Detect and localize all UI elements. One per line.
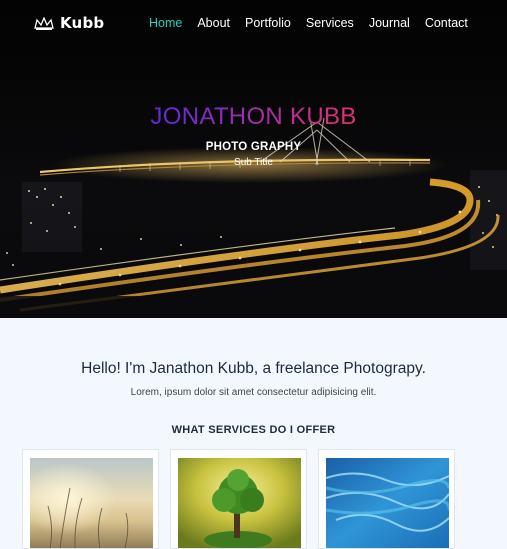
hero-subtitle: Sub Title [234,157,273,168]
intro-text: Lorem, ipsum dolor sit amet consectetur … [130,387,377,398]
nav-home-link[interactable]: Home [149,16,182,30]
grass-sunset-photo [30,458,153,548]
nav-contact-link[interactable]: Contact [425,16,468,30]
brand-name: Kubb [60,14,105,32]
crown-logo-icon [34,16,54,30]
services-heading: WHAT SERVICES DO I OFFER [171,424,336,436]
hero-banner: JONATHON KUBB PHOTO GRAPHY Sub Title [0,0,507,318]
ocean-aerial-photo [326,458,449,548]
service-card[interactable] [22,449,159,549]
hero-tagline: PHOTO GRAPHY [205,141,302,153]
nav-portfolio-link[interactable]: Portfolio [245,16,291,30]
brand-logo[interactable]: Kubb [34,13,104,33]
intro-heading: Hello! I'm Janathon Kubb, a freelance Ph… [81,360,426,377]
nav-journal-link[interactable]: Journal [369,16,410,30]
tree-photo [178,458,301,548]
nav-services-link[interactable]: Services [306,16,354,30]
main-menu: Home About Portfolio Services Journal Co… [149,16,483,30]
intro-section: Hello! I'm Janathon Kubb, a freelance Ph… [0,360,507,398]
top-navbar: Kubb Home About Portfolio Services Journ… [0,0,507,46]
hero-text-block: JONATHON KUBB PHOTO GRAPHY Sub Title [0,103,507,168]
hero-title: JONATHON KUBB [150,103,357,130]
nav-about-link[interactable]: About [197,16,230,30]
service-card[interactable] [318,449,455,549]
service-card[interactable] [170,449,307,549]
